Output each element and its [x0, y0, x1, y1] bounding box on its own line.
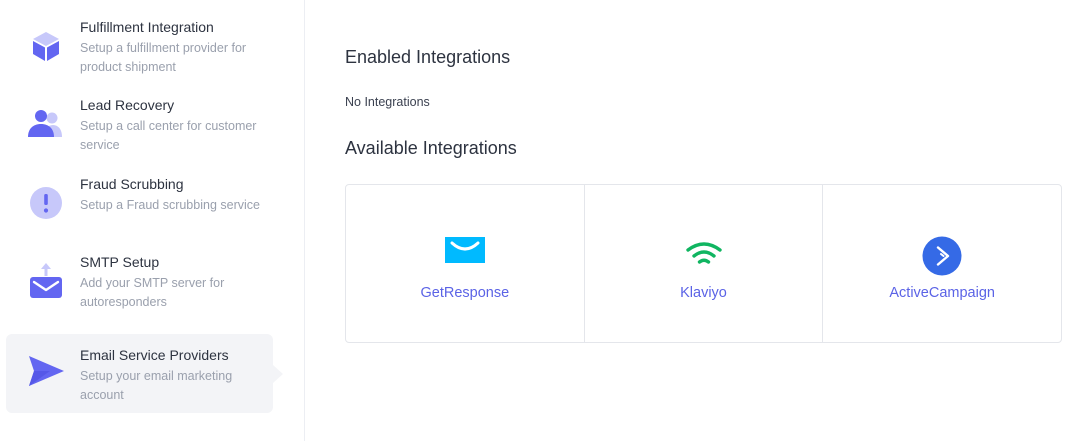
- sidebar-item-title: Email Service Providers: [80, 347, 229, 363]
- activecampaign-logo-icon: [922, 236, 962, 276]
- no-integrations-text: No Integrations: [345, 95, 430, 109]
- sidebar-item-title: Fulfillment Integration: [80, 19, 214, 35]
- send-icon: [29, 356, 64, 386]
- integrations-grid: GetResponse Klaviyo ActiveCampaign: [345, 184, 1062, 343]
- sidebar-item-description: Add your SMTP server for autoresponders: [80, 276, 225, 309]
- sidebar-item-description: Setup a Fraud scrubbing service: [80, 198, 260, 212]
- sidebar-item-fraud-scrubbing[interactable]: Fraud Scrubbing Setup a Fraud scrubbing …: [6, 163, 273, 242]
- exclamation-icon: [30, 187, 62, 219]
- users-icon: [28, 110, 62, 137]
- available-integrations-heading: Available Integrations: [345, 138, 517, 158]
- sidebar-item-description: Setup a fulfillment provider for product…: [80, 41, 247, 74]
- enabled-integrations-heading: Enabled Integrations: [345, 47, 511, 67]
- sidebar-item-title: Lead Recovery: [80, 97, 175, 113]
- integration-label: Klaviyo: [680, 285, 727, 301]
- sidebar-item-title: Fraud Scrubbing: [80, 176, 184, 192]
- sidebar-item-smtp-setup[interactable]: SMTP Setup Add your SMTP server for auto…: [6, 241, 273, 320]
- integration-card-getresponse[interactable]: GetResponse: [346, 185, 585, 342]
- sidebar-item-lead-recovery[interactable]: Lead Recovery Setup a call center for cu…: [6, 84, 273, 163]
- sidebar-item-description: Setup your email marketing account: [80, 369, 233, 402]
- integration-label: ActiveCampaign: [889, 285, 995, 301]
- mail-upload-icon: [30, 263, 62, 298]
- box-icon: [33, 32, 59, 61]
- sidebar-item-email-service-providers[interactable]: Email Service Providers Setup your email…: [6, 334, 283, 413]
- sidebar: Fulfillment Integration Setup a fulfillm…: [0, 0, 305, 441]
- integration-label: GetResponse: [420, 285, 510, 301]
- sidebar-item-description: Setup a call center for customer service: [80, 119, 257, 152]
- integration-card-activecampaign[interactable]: ActiveCampaign: [823, 185, 1061, 342]
- sidebar-item-title: SMTP Setup: [80, 254, 160, 270]
- klaviyo-logo-icon: [685, 242, 722, 264]
- integration-card-klaviyo[interactable]: Klaviyo: [585, 185, 824, 342]
- getresponse-logo-icon: [444, 237, 485, 263]
- sidebar-item-fulfillment-integration[interactable]: Fulfillment Integration Setup a fulfillm…: [6, 6, 273, 85]
